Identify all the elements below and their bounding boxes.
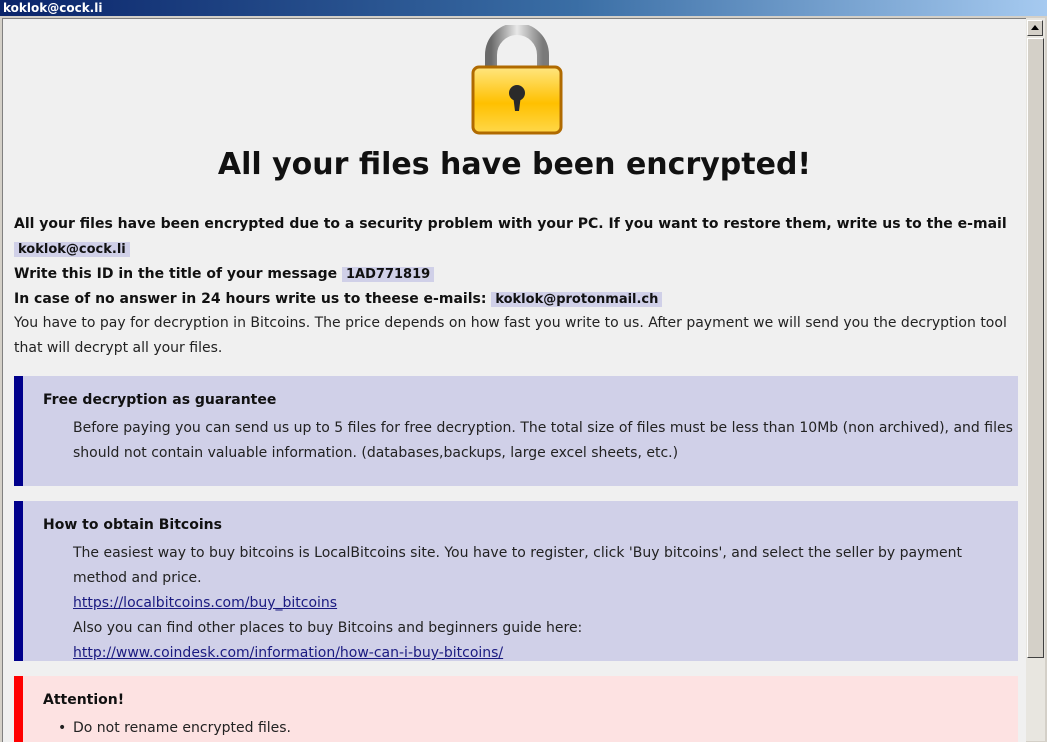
attention-list: Do not rename encrypted files. <box>58 716 1018 741</box>
coindesk-link[interactable]: http://www.coindesk.com/information/how-… <box>73 645 503 661</box>
id-label: Write this ID in the title of your messa… <box>14 266 338 282</box>
guarantee-box: Free decryption as guarantee Before payi… <box>14 376 1018 486</box>
victim-id[interactable]: 1AD771819 <box>342 267 435 282</box>
contact-email[interactable]: koklok@cock.li <box>14 242 130 257</box>
payment-text: You have to pay for decryption in Bitcoi… <box>14 315 1007 356</box>
attention-box: Attention! Do not rename encrypted files… <box>14 676 1018 742</box>
page-title: All your files have been encrypted! <box>217 147 812 182</box>
window-title: koklok@cock.li <box>3 1 103 15</box>
guarantee-text: Before paying you can send us up to 5 fi… <box>73 420 1013 461</box>
lock-icon <box>471 25 563 135</box>
scrollbar-thumb[interactable] <box>1027 38 1044 658</box>
bitcoins-body: The easiest way to buy bitcoins is Local… <box>73 541 1018 666</box>
alt-email[interactable]: koklok@protonmail.ch <box>491 292 663 307</box>
bitcoins-title: How to obtain Bitcoins <box>43 517 222 533</box>
alt-email-label: In case of no answer in 24 hours write u… <box>14 291 487 307</box>
guarantee-title: Free decryption as guarantee <box>43 392 277 408</box>
alt-email-line: In case of no answer in 24 hours write u… <box>14 287 663 312</box>
scroll-up-arrow-icon[interactable] <box>1027 20 1043 36</box>
intro-text: All your files have been encrypted due t… <box>14 216 1007 232</box>
bitcoins-text-2: Also you can find other places to buy Bi… <box>73 620 583 636</box>
title-bar[interactable]: koklok@cock.li <box>0 0 1047 16</box>
bitcoins-box: How to obtain Bitcoins The easiest way t… <box>14 501 1018 661</box>
vertical-scrollbar[interactable] <box>1026 18 1045 741</box>
attention-body: Do not rename encrypted files. <box>58 716 1018 741</box>
bitcoins-text-1: The easiest way to buy bitcoins is Local… <box>73 545 963 586</box>
id-line: Write this ID in the title of your messa… <box>14 262 435 287</box>
localbitcoins-link[interactable]: https://localbitcoins.com/buy_bitcoins <box>73 595 337 611</box>
email-line: koklok@cock.li <box>14 237 130 262</box>
attention-item: Do not rename encrypted files. <box>58 716 1018 741</box>
ransom-window: koklok@cock.li All your files have been … <box>0 0 1047 742</box>
attention-title: Attention! <box>43 692 125 708</box>
content-area: All your files have been encrypted! All … <box>2 18 1026 742</box>
